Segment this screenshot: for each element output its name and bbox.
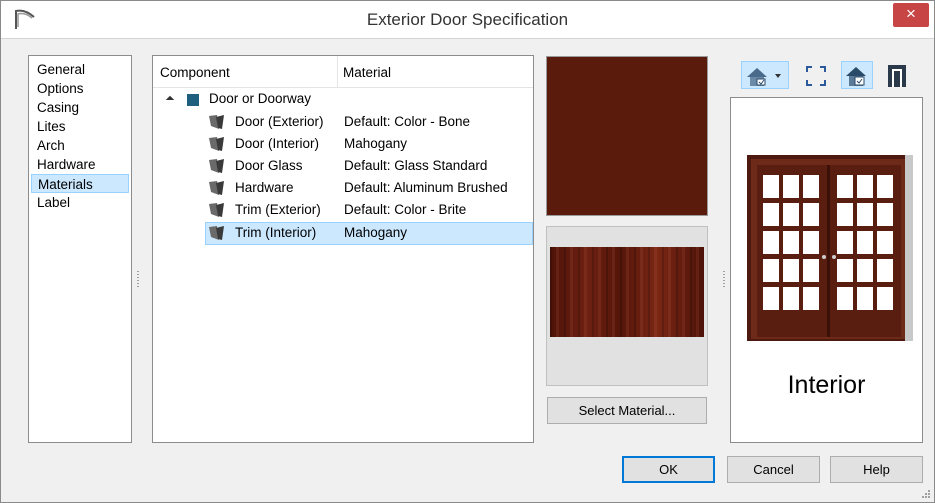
material-name: Default: Glass Standard	[344, 158, 488, 173]
paint-swatch-icon	[209, 181, 224, 195]
nav-item-casing[interactable]: Casing	[29, 98, 131, 117]
tree-root-door-or-doorway[interactable]: Door or Doorway	[209, 89, 311, 109]
door-preview-panel: Interior	[730, 97, 923, 443]
material-color-swatch	[546, 56, 708, 216]
interior-view-icon	[846, 67, 866, 86]
component-column-header[interactable]: Component	[160, 65, 230, 80]
component-row[interactable]: Trim (Exterior) Default: Color - Brite	[207, 200, 532, 220]
left-splitter[interactable]	[137, 271, 139, 289]
dialog-window: Exterior Door Specification × General Op…	[0, 0, 935, 503]
nav-item-general[interactable]: General	[29, 60, 131, 79]
column-separator[interactable]	[337, 56, 338, 88]
component-row[interactable]: Hardware Default: Aluminum Brushed	[207, 178, 532, 198]
view-mode-dropdown[interactable]	[741, 61, 789, 89]
material-texture-preview	[546, 226, 708, 386]
cancel-button[interactable]: Cancel	[727, 456, 820, 483]
paint-swatch-icon	[209, 203, 224, 217]
interior-view-toggle[interactable]	[841, 61, 873, 89]
component-name: Trim (Exterior)	[235, 202, 321, 217]
tree-root-label: Door or Doorway	[209, 91, 312, 106]
help-button[interactable]: Help	[830, 456, 923, 483]
material-name: Default: Aluminum Brushed	[344, 180, 508, 195]
elevation-view-icon[interactable]	[885, 63, 909, 89]
material-name: Mahogany	[344, 136, 408, 151]
component-name: Door (Interior)	[235, 136, 320, 151]
component-name: Door Glass	[235, 158, 303, 173]
fit-to-window-icon[interactable]	[804, 64, 828, 88]
component-tree: Component Material Door or Doorway Door …	[152, 55, 534, 443]
window-title: Exterior Door Specification	[366, 10, 569, 29]
paint-swatch-icon	[209, 137, 224, 151]
component-row[interactable]: Door Glass Default: Glass Standard	[207, 156, 532, 176]
nav-item-hardware[interactable]: Hardware	[29, 155, 131, 174]
mahogany-texture	[550, 247, 704, 337]
nav-item-label[interactable]: Label	[29, 193, 131, 212]
paint-swatch-icon	[209, 159, 224, 173]
component-row[interactable]: Door (Interior) Mahogany	[207, 134, 532, 154]
material-name: Default: Color - Bone	[344, 114, 471, 129]
tree-header: Component Material	[153, 56, 533, 88]
door-preview-image	[747, 155, 913, 341]
component-row-selected[interactable]: Trim (Interior) Mahogany	[205, 222, 533, 245]
preview-caption: Interior	[787, 371, 866, 399]
nav-item-lites[interactable]: Lites	[29, 117, 131, 136]
nav-item-options[interactable]: Options	[29, 79, 131, 98]
component-name: Door (Exterior)	[235, 114, 324, 129]
component-name: Trim (Interior)	[235, 225, 317, 240]
collapse-arrow-icon[interactable]	[165, 95, 175, 105]
paint-swatch-icon	[209, 226, 224, 240]
title-bar[interactable]: Exterior Door Specification ×	[1, 1, 934, 39]
select-material-button[interactable]: Select Material...	[547, 397, 707, 424]
ok-button[interactable]: OK	[622, 456, 715, 483]
nav-item-materials[interactable]: Materials	[31, 174, 129, 193]
resize-grip-icon[interactable]	[921, 489, 931, 499]
material-column-header[interactable]: Material	[343, 65, 391, 80]
view-mode-dropdown-icon	[747, 68, 781, 86]
component-row[interactable]: Door (Exterior) Default: Color - Bone	[207, 112, 532, 132]
material-name: Default: Color - Brite	[344, 202, 467, 217]
nav-item-arch[interactable]: Arch	[29, 136, 131, 155]
close-button[interactable]: ×	[893, 3, 929, 27]
right-splitter[interactable]	[723, 271, 725, 289]
category-list: General Options Casing Lites Arch Hardwa…	[28, 55, 132, 443]
material-name: Mahogany	[344, 225, 408, 240]
component-name: Hardware	[235, 180, 294, 195]
square-material-icon	[187, 94, 199, 106]
paint-swatch-icon	[209, 115, 224, 129]
